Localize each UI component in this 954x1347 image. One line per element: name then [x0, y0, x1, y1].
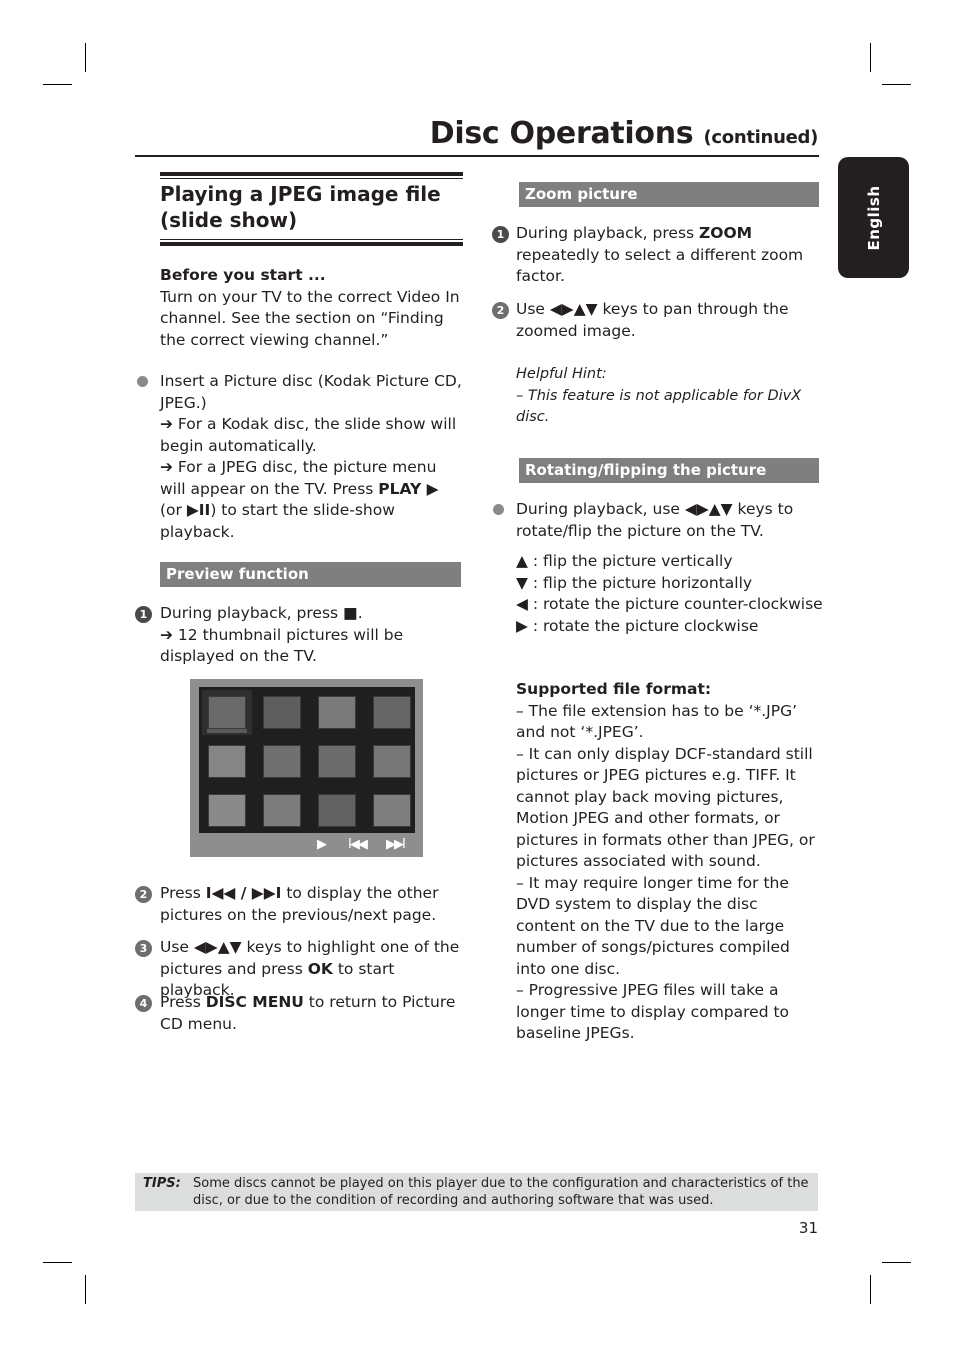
- thumbnail-picture: [208, 745, 246, 778]
- tips-text: Some discs cannot be played on this play…: [193, 1176, 809, 1208]
- page-title-text: Disc Operations: [429, 116, 694, 151]
- down-arrow-icon: ▼: [516, 573, 528, 592]
- thumbnail-screen-illustration: ▶ I◀◀ ▶▶I: [190, 679, 423, 857]
- title-rule: [135, 155, 819, 157]
- before-text: Turn on your TV to the correct Video In …: [160, 287, 460, 349]
- up-arrow-icon: ▲: [516, 552, 528, 570]
- zoom-step-1: During playback, press ZOOM repeatedly t…: [516, 224, 804, 285]
- left-arrow-icon: ◀: [516, 595, 528, 613]
- preview-step-4: Press DISC MENU to return to Picture CD …: [160, 993, 456, 1033]
- thumbnail-picture: [318, 745, 356, 778]
- tv-screen: [199, 687, 415, 833]
- section-rule-top: [160, 172, 463, 179]
- rotate-item-left: ◀ : rotate the picture counter-clockwise: [516, 595, 823, 613]
- thumbnail-picture: [373, 794, 411, 827]
- rotating-flipping-bar: Rotating/flipping the picture: [519, 458, 819, 483]
- thumbnail-picture: [373, 745, 411, 778]
- rotate-bullet: During playback, use ◀▶▲▼ keys to rotate…: [516, 500, 794, 540]
- crop-mark: [882, 1262, 911, 1263]
- step-number-icon: 4: [135, 995, 152, 1012]
- format-item: – It can only display DCF-standard still…: [516, 744, 815, 871]
- arrow-keys: ◀▶▲▼: [193, 938, 242, 956]
- arrow-keys: ◀▶▲▼: [684, 500, 733, 518]
- result-text: ➔ For a Kodak disc, the slide show will …: [160, 415, 457, 455]
- section-title-line: Playing a JPEG image file: [160, 182, 441, 206]
- crop-mark: [43, 1262, 72, 1263]
- before-heading: Before you start ...: [160, 266, 326, 284]
- preview-step-1: During playback, press ■. ➔ 12 thumbnail…: [160, 603, 465, 668]
- selection-indicator: [207, 729, 247, 733]
- tips-label: TIPS:: [143, 1176, 181, 1191]
- section-title: Playing a JPEG image file (slide show): [160, 181, 463, 233]
- section-title-line: (slide show): [160, 208, 298, 232]
- play-icon: ▶: [317, 837, 327, 852]
- rotate-item-right: ▶ : rotate the picture clockwise: [516, 616, 759, 635]
- language-tab: English: [838, 157, 909, 278]
- before-you-start: Before you start ... Turn on your TV to …: [160, 265, 465, 351]
- crop-mark: [870, 43, 871, 72]
- bullet-icon: [137, 376, 148, 387]
- ok-key: OK: [307, 959, 333, 978]
- bullet-icon: [493, 504, 504, 515]
- play-pause-key: ▶II: [186, 501, 211, 519]
- next-icon: ▶▶I: [386, 837, 406, 852]
- hint-title: Helpful Hint:: [516, 366, 607, 382]
- section-rule-bottom: [160, 239, 463, 246]
- supported-file-format: Supported file format: – The file extens…: [516, 679, 821, 1045]
- result-text: ➔ 12 thumbnail pictures will be displaye…: [160, 625, 404, 666]
- tips-box: TIPS: Some discs cannot be played on thi…: [135, 1173, 818, 1211]
- crop-mark: [870, 1275, 871, 1304]
- thumbnail-picture: [208, 794, 246, 827]
- thumbnail-picture: [263, 745, 301, 778]
- play-key: PLAY ▶: [378, 479, 439, 498]
- format-item: – The file extension has to be ‘*.JPG’ a…: [516, 701, 798, 742]
- stop-key: ■: [343, 604, 358, 622]
- format-item: – Progressive JPEG files will take a lon…: [516, 981, 790, 1042]
- crop-mark: [43, 84, 72, 85]
- zoom-key: ZOOM: [699, 224, 753, 242]
- preview-function-bar: Preview function: [160, 562, 461, 587]
- format-heading: Supported file format:: [516, 680, 712, 698]
- rotate-key-list: ▲ : flip the picture vertically ▼ : flip…: [516, 551, 826, 637]
- right-arrow-icon: ▶: [516, 616, 528, 635]
- result-text: ➔ For a JPEG disc, the picture menu will…: [160, 458, 439, 541]
- hint-text: – This feature is not applicable for Div…: [516, 387, 802, 426]
- step-number-icon: 1: [135, 606, 152, 623]
- page-title-suffix: (continued): [703, 127, 819, 148]
- page-number: 31: [798, 1219, 818, 1237]
- rotate-item-up: ▲ : flip the picture vertically: [516, 552, 733, 570]
- zoom-step-2: Use ◀▶▲▼ keys to pan through the zoomed …: [516, 300, 789, 340]
- rotate-item-down: ▼ : flip the picture horizontally: [516, 573, 753, 592]
- thumbnail-picture: [318, 794, 356, 827]
- page-title: Disc Operations (continued): [429, 116, 819, 151]
- thumbnail-picture: [263, 794, 301, 827]
- preview-step-2: Press I◀◀ / ▶▶I to display the other pic…: [160, 884, 439, 924]
- helpful-hint: Helpful Hint: – This feature is not appl…: [516, 364, 821, 429]
- previous-icon: I◀◀: [348, 837, 368, 852]
- bullet-text: Insert a Picture disc (Kodak Picture CD,…: [160, 372, 462, 412]
- format-item: – It may require longer time for the DVD…: [516, 873, 790, 978]
- thumbnail-picture: [318, 696, 356, 729]
- thumbnail-picture: [263, 696, 301, 729]
- insert-disc-bullet: Insert a Picture disc (Kodak Picture CD,…: [160, 371, 465, 543]
- crop-mark: [85, 43, 86, 72]
- thumbnail-picture: [373, 696, 411, 729]
- disc-menu-key: DISC MENU: [205, 993, 304, 1011]
- step-number-icon: 3: [135, 940, 152, 957]
- thumbnail-picture: [202, 690, 252, 735]
- prev-next-keys: I◀◀ / ▶▶I: [205, 884, 282, 902]
- crop-mark: [882, 84, 911, 85]
- step-number-icon: 2: [492, 302, 509, 319]
- arrow-keys: ◀▶▲▼: [549, 300, 598, 318]
- crop-mark: [85, 1275, 86, 1304]
- step-number-icon: 2: [135, 886, 152, 903]
- step-number-icon: 1: [492, 226, 509, 243]
- zoom-picture-bar: Zoom picture: [519, 182, 819, 207]
- language-tab-label: English: [864, 184, 883, 251]
